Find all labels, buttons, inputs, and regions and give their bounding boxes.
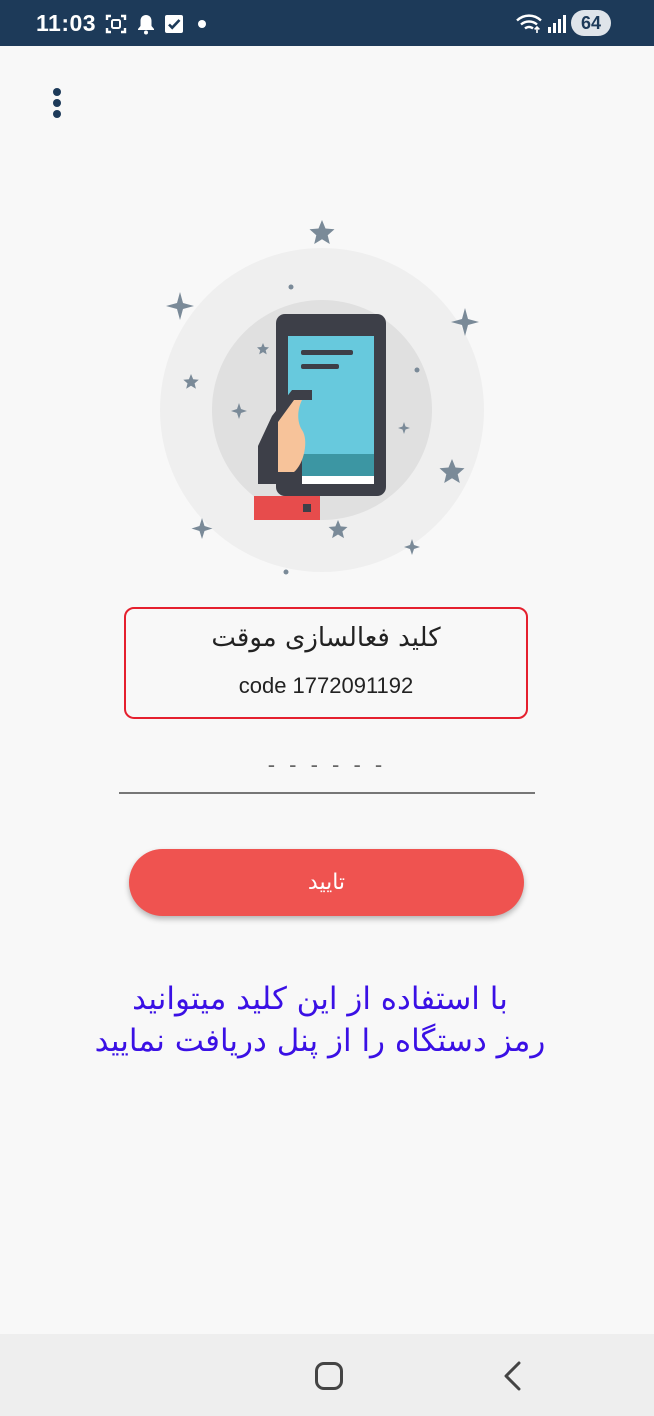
status-bar: 11:03 64: [0, 0, 654, 46]
phone-in-hand-illustration: [160, 220, 484, 575]
back-icon[interactable]: [500, 1360, 526, 1392]
more-options-button[interactable]: [38, 80, 78, 126]
checkbox-icon: [165, 15, 183, 33]
dot-icon: [198, 20, 206, 28]
code-input[interactable]: [119, 738, 535, 794]
navigation-bar: [0, 1334, 654, 1416]
confirm-button[interactable]: تایید: [129, 849, 524, 916]
activation-key-title: کلید فعالسازی موقت: [211, 623, 441, 653]
bell-icon: [138, 15, 154, 35]
status-time: 11:03: [36, 10, 97, 36]
screenshot-icon: [105, 14, 127, 34]
activation-code: code 1772091192: [238, 673, 414, 698]
wifi-icon: [516, 14, 542, 33]
more-vert-icon: [53, 88, 61, 96]
info-text: با استفاده از این کلید میتوانید رمز دستگ…: [94, 981, 546, 1059]
activation-key-box: کلید فعالسازی موقت code 1772091192: [124, 607, 528, 719]
signal-icon: [548, 15, 566, 33]
battery-icon: 64: [571, 10, 611, 36]
home-icon[interactable]: [315, 1362, 343, 1390]
